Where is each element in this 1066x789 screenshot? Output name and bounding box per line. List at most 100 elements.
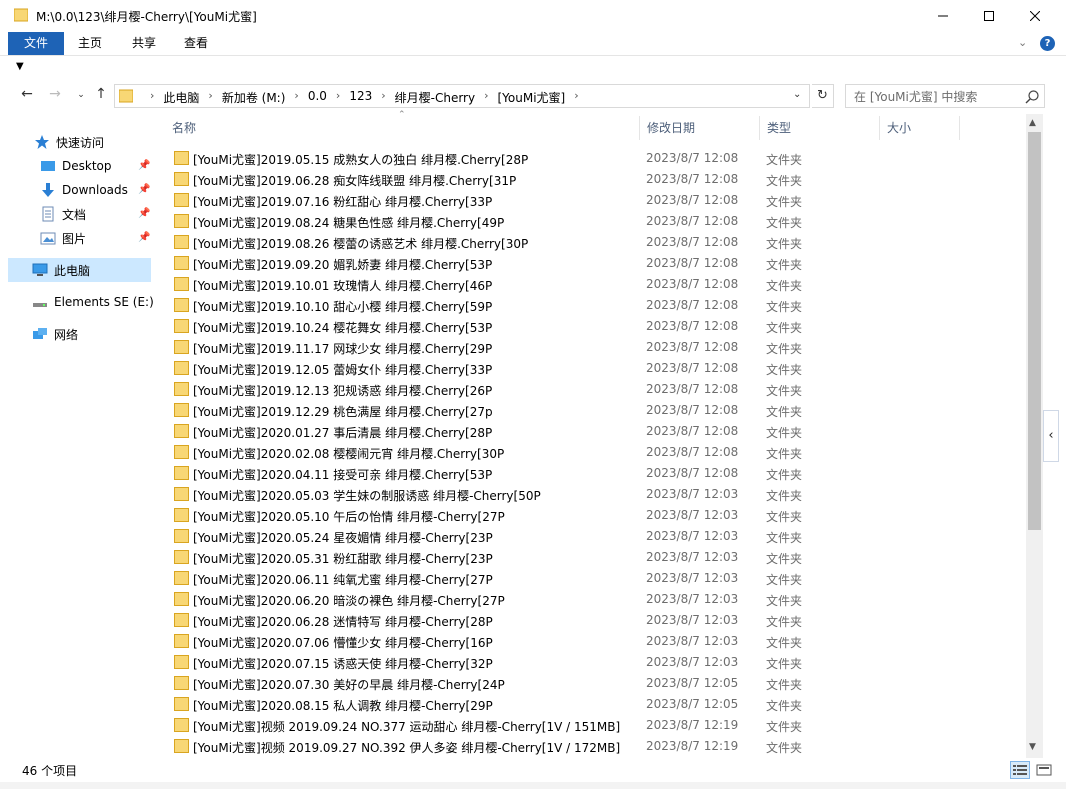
search-icon[interactable] [1024,89,1040,105]
table-row[interactable]: [YouMi尤蜜]视频 2019.09.27 NO.392 伊人多姿 绯月樱-C… [164,736,1026,756]
vertical-scrollbar[interactable]: ▲ ▼ [1026,114,1043,758]
table-row[interactable]: [YouMi尤蜜]2020.05.24 星夜媚情 绯月樱-Cherry[23P 2… [164,526,1026,547]
file-name[interactable]: [YouMi尤蜜]2019.06.28 痴女阵线联盟 绯月樱.Cherry[31… [193,172,516,189]
pin-icon[interactable]: 📌 [138,160,150,171]
file-name[interactable]: [YouMi尤蜜]2020.07.30 美好の早晨 绯月樱-Cherry[24P [193,676,505,693]
up-button[interactable]: ↑ [92,86,110,106]
file-name[interactable]: [YouMi尤蜜]2019.05.15 成熟女人の独白 绯月樱.Cherry[2… [193,151,528,168]
file-name[interactable]: [YouMi尤蜜]2019.12.05 蕾姆女仆 绯月樱.Cherry[33P [193,361,492,378]
tab-home[interactable]: 主页 [68,32,112,55]
table-row[interactable]: [YouMi尤蜜]2020.05.31 粉红甜歌 绯月樱-Cherry[23P 2… [164,547,1026,568]
back-button[interactable]: ← [18,86,36,106]
file-name[interactable]: [YouMi尤蜜]2019.12.29 桃色满屋 绯月樱.Cherry[27p [193,403,493,420]
breadcrumb-youmi[interactable]: [YouMi尤蜜] [498,89,566,106]
chevron-right-icon[interactable]: › [484,89,488,106]
pin-icon[interactable]: 📌 [138,208,150,219]
sidebar-item-this-pc[interactable]: 此电脑 [32,259,90,281]
scroll-down-arrow-icon[interactable]: ▼ [1029,742,1036,752]
breadcrumb-this-pc[interactable]: 此电脑 [163,89,199,106]
file-name[interactable]: [YouMi尤蜜]2019.08.26 樱蕾の诱惑艺术 绯月樱.Cherry[3… [193,235,528,252]
details-view-button[interactable] [1010,761,1030,779]
column-name[interactable]: 名称 [164,114,639,142]
file-name[interactable]: [YouMi尤蜜]2020.02.08 樱樱闹元宵 绯月樱.Cherry[30P [193,445,504,462]
file-name[interactable]: [YouMi尤蜜]2020.08.15 私人调教 绯月樱-Cherry[29P [193,697,493,714]
chevron-right-icon[interactable]: › [294,89,298,106]
table-row[interactable]: [YouMi尤蜜]2020.02.08 樱樱闹元宵 绯月樱.Cherry[30P… [164,442,1026,463]
table-row[interactable]: [YouMi尤蜜]2020.07.30 美好の早晨 绯月樱-Cherry[24P… [164,673,1026,694]
file-name[interactable]: [YouMi尤蜜]2019.07.16 粉红甜心 绯月樱.Cherry[33P [193,193,492,210]
table-row[interactable]: [YouMi尤蜜]2020.01.27 事后清晨 绯月樱.Cherry[28P 2… [164,421,1026,442]
preview-pane-toggle-chevron-icon[interactable]: ‹ [1043,410,1059,462]
table-row[interactable]: [YouMi尤蜜]2020.06.20 暗淡の裸色 绯月樱-Cherry[27P… [164,589,1026,610]
file-name[interactable]: [YouMi尤蜜]2019.11.17 网球少女 绯月樱.Cherry[29P [193,340,492,357]
expand-ribbon-chevron-icon[interactable]: ⌄ [1018,36,1027,49]
tab-file[interactable]: 文件 [8,32,64,55]
tab-share[interactable]: 共享 [122,32,166,55]
refresh-button[interactable]: ↻ [812,84,834,108]
table-row[interactable]: [YouMi尤蜜]2019.07.16 粉红甜心 绯月樱.Cherry[33P 2… [164,190,1026,211]
file-name[interactable]: [YouMi尤蜜]2020.06.28 迷情特写 绯月樱-Cherry[28P [193,613,493,630]
table-row[interactable]: [YouMi尤蜜]2019.08.26 樱蕾の诱惑艺术 绯月樱.Cherry[3… [164,232,1026,253]
table-row[interactable]: [YouMi尤蜜]2019.06.28 痴女阵线联盟 绯月樱.Cherry[31… [164,169,1026,190]
file-name[interactable]: [YouMi尤蜜]2019.08.24 糖果色性感 绯月樱.Cherry[49P [193,214,504,231]
file-name[interactable]: [YouMi尤蜜]2020.05.03 学生妹の制服诱惑 绯月樱-Cherry[… [193,487,541,504]
chevron-right-icon[interactable]: › [208,89,212,106]
file-name[interactable]: [YouMi尤蜜]2019.10.01 玫瑰情人 绯月樱.Cherry[46P [193,277,492,294]
minimize-button[interactable] [920,0,966,32]
table-row[interactable]: [YouMi尤蜜]2019.10.10 甜心小樱 绯月樱.Cherry[59P 2… [164,295,1026,316]
file-name[interactable]: [YouMi尤蜜]视频 2019.09.27 NO.392 伊人多姿 绯月樱-C… [193,739,620,756]
breadcrumb-0-0[interactable]: 0.0 [308,89,327,106]
column-size[interactable]: 大小 [879,114,959,142]
sidebar-item-desktop[interactable]: Desktop [40,155,112,177]
recent-locations-chevron-icon[interactable]: ⌄ [72,90,90,110]
column-divider[interactable] [959,116,960,140]
sidebar-item-documents[interactable]: 文档 [40,203,86,225]
file-name[interactable]: [YouMi尤蜜]2019.10.10 甜心小樱 绯月樱.Cherry[59P [193,298,492,315]
table-row[interactable]: [YouMi尤蜜]2020.06.11 纯氧尤蜜 绯月樱-Cherry[27P 2… [164,568,1026,589]
table-row[interactable]: [YouMi尤蜜]2020.05.03 学生妹の制服诱惑 绯月樱-Cherry[… [164,484,1026,505]
maximize-button[interactable] [966,0,1012,32]
file-name[interactable]: [YouMi尤蜜]2020.07.06 懵懂少女 绯月樱-Cherry[16P [193,634,493,651]
file-name[interactable]: [YouMi尤蜜]2020.06.20 暗淡の裸色 绯月樱-Cherry[27P [193,592,505,609]
address-bar[interactable]: › 此电脑 › 新加卷 (M:) › 0.0 › 123 › 绯月樱-Cherr… [114,84,810,108]
sidebar-item-downloads[interactable]: Downloads [40,179,128,201]
table-row[interactable]: [YouMi尤蜜]2019.05.15 成熟女人の独白 绯月樱.Cherry[2… [164,148,1026,169]
search-input[interactable] [854,89,1022,105]
breadcrumb-drive-m[interactable]: 新加卷 (M:) [222,89,286,106]
pin-icon[interactable]: 📌 [138,232,150,243]
file-name[interactable]: [YouMi尤蜜]2020.01.27 事后清晨 绯月樱.Cherry[28P [193,424,492,441]
address-history-chevron-icon[interactable]: ⌄ [793,89,801,100]
scrollbar-thumb[interactable] [1028,132,1041,530]
table-row[interactable]: [YouMi尤蜜]2019.11.17 网球少女 绯月樱.Cherry[29P 2… [164,337,1026,358]
large-icons-view-button[interactable] [1034,761,1054,779]
chevron-right-icon[interactable]: › [381,89,385,106]
file-name[interactable]: [YouMi尤蜜]2020.06.11 纯氧尤蜜 绯月樱-Cherry[27P [193,571,493,588]
table-row[interactable]: [YouMi尤蜜]2020.05.10 午后の怡情 绯月樱-Cherry[27P… [164,505,1026,526]
table-row[interactable]: [YouMi尤蜜]视频 2019.09.24 NO.377 运动甜心 绯月樱-C… [164,715,1026,736]
table-row[interactable]: [YouMi尤蜜]2020.04.11 接受可亲 绯月樱.Cherry[53P 2… [164,463,1026,484]
chevron-right-icon[interactable]: › [574,89,578,106]
column-date[interactable]: 修改日期 [639,114,759,142]
table-row[interactable]: [YouMi尤蜜]2019.12.29 桃色满屋 绯月樱.Cherry[27p 2… [164,400,1026,421]
sidebar-item-quick-access[interactable]: 快速访问 [34,131,104,153]
sidebar-item-network[interactable]: 网络 [32,323,78,345]
table-row[interactable]: [YouMi尤蜜]2019.10.24 樱花舞女 绯月樱.Cherry[53P 2… [164,316,1026,337]
tab-view[interactable]: 查看 [174,32,218,55]
file-name[interactable]: [YouMi尤蜜]2020.07.15 诱惑天使 绯月樱-Cherry[32P [193,655,493,672]
table-row[interactable]: [YouMi尤蜜]2019.09.20 媚乳娇妻 绯月樱.Cherry[53P 2… [164,253,1026,274]
pin-icon[interactable]: 📌 [138,184,150,195]
customize-toolbar-icon[interactable]: ▼ [16,61,24,72]
table-row[interactable]: [YouMi尤蜜]2019.08.24 糖果色性感 绯月樱.Cherry[49P… [164,211,1026,232]
file-name[interactable]: [YouMi尤蜜]2019.10.24 樱花舞女 绯月樱.Cherry[53P [193,319,492,336]
scroll-up-arrow-icon[interactable]: ▲ [1029,118,1036,128]
file-name[interactable]: [YouMi尤蜜]视频 2019.09.24 NO.377 运动甜心 绯月樱-C… [193,718,620,735]
table-row[interactable]: [YouMi尤蜜]2020.07.15 诱惑天使 绯月樱-Cherry[32P 2… [164,652,1026,673]
search-box[interactable] [845,84,1045,108]
table-row[interactable]: [YouMi尤蜜]2019.12.13 犯规诱惑 绯月樱.Cherry[26P 2… [164,379,1026,400]
table-row[interactable]: [YouMi尤蜜]2020.07.06 懵懂少女 绯月樱-Cherry[16P 2… [164,631,1026,652]
file-name[interactable]: [YouMi尤蜜]2019.09.20 媚乳娇妻 绯月樱.Cherry[53P [193,256,492,273]
file-name[interactable]: [YouMi尤蜜]2020.05.10 午后の怡情 绯月樱-Cherry[27P [193,508,505,525]
table-row[interactable]: [YouMi尤蜜]2020.06.28 迷情特写 绯月樱-Cherry[28P 2… [164,610,1026,631]
file-name[interactable]: [YouMi尤蜜]2020.05.24 星夜媚情 绯月樱-Cherry[23P [193,529,493,546]
sidebar-item-pictures[interactable]: 图片 [40,227,86,249]
